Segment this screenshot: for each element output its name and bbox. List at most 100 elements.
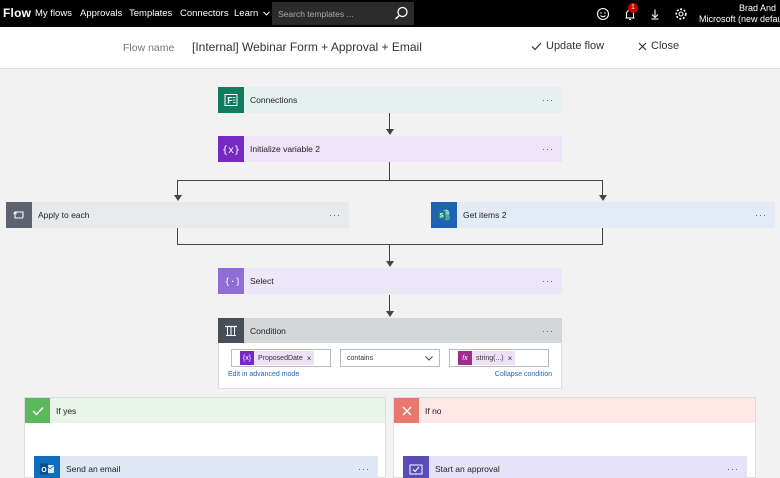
step-select[interactable]: {·} Select ··· [218,268,562,294]
connector-line [389,162,390,180]
step-start-approval[interactable]: Start an approval ··· [403,456,747,478]
more-options-icon[interactable]: ··· [329,210,341,220]
variable-icon: {x} [218,136,244,162]
chevron-down-icon [263,11,270,16]
step-title: Condition [250,326,286,336]
brand-logo[interactable]: Flow [3,6,31,20]
connector-line [389,295,390,312]
branch-header[interactable]: If no [394,398,755,423]
more-options-icon[interactable]: ··· [542,276,554,286]
flow-name-field[interactable]: [Internal] Webinar Form + Approval + Ema… [192,40,422,54]
connector-line [177,180,603,181]
svg-text:{·}: {·} [225,278,240,288]
branch-header[interactable]: If yes [25,398,385,423]
search-button[interactable] [388,2,414,25]
more-options-icon[interactable]: ··· [358,464,370,474]
nav-connectors[interactable]: Connectors [180,8,229,19]
connector-line [389,113,390,130]
token-label: string(...) [476,354,504,362]
step-send-email[interactable]: O Send an email ··· [34,456,378,478]
close-button[interactable]: Close [638,40,679,52]
forms-icon: F [218,87,244,113]
connector-arrow [385,261,394,267]
svg-text:{x}: {x} [222,145,240,156]
condition-right-operand[interactable]: fx string(...) × [449,349,549,367]
svg-text:S: S [439,213,444,220]
cross-icon [394,398,419,423]
chevron-down-icon [425,355,433,361]
search-input[interactable] [272,2,388,25]
step-get-items[interactable]: S Get items 2 ··· [431,202,775,228]
branch-if-no: If no Start an approval ··· [393,397,756,478]
sharepoint-icon: S [431,202,457,228]
function-icon: fx [458,351,472,365]
gear-icon[interactable] [671,4,691,24]
nav-my-flows[interactable]: My flows [35,8,72,19]
connector-line [389,244,390,262]
more-options-icon[interactable]: ··· [755,210,767,220]
step-connections[interactable]: F Connections ··· [218,87,562,113]
download-icon[interactable] [645,4,665,24]
branch-label: If no [425,405,442,416]
edit-advanced-mode-link[interactable]: Edit in advanced mode [228,371,299,378]
search-box [272,2,388,25]
smiley-feedback-icon[interactable] [593,4,613,24]
collapse-condition-link[interactable]: Collapse condition [495,371,552,378]
more-options-icon[interactable]: ··· [542,95,554,105]
more-options-icon[interactable]: ··· [542,144,554,154]
user-tenant[interactable]: Microsoft (new defau [699,14,780,24]
branch-label: If yes [56,405,77,416]
update-flow-label: Update flow [546,40,605,52]
more-options-icon[interactable]: ··· [727,464,739,474]
connector-line [177,180,178,196]
condition-left-operand[interactable]: {x} ProposedDate × [231,349,331,367]
condition-icon [218,318,244,344]
close-icon [638,42,647,50]
connector-line [177,228,178,244]
operator-value: contains [347,354,374,362]
loop-icon [6,202,32,228]
step-title: Get items 2 [463,210,507,220]
connector-line [602,180,603,196]
step-initialize-variable[interactable]: {x} Initialize variable 2 ··· [218,136,562,162]
outlook-icon: O [34,456,60,478]
step-condition[interactable]: Condition ··· [218,318,562,344]
checkmark-icon [531,42,542,50]
update-flow-button[interactable]: Update flow [531,40,604,52]
approval-icon [403,456,429,478]
nav-learn[interactable]: Learn [234,8,270,19]
step-apply-to-each[interactable]: Apply to each ··· [6,202,349,228]
condition-editor: {x} ProposedDate × contains fx string(..… [218,343,562,389]
connector-arrow [173,195,182,201]
step-title: Select [250,276,274,286]
token-label: ProposedDate [258,354,303,362]
condition-operator-select[interactable]: contains [340,349,440,367]
dynamic-token[interactable]: fx string(...) × [458,351,516,365]
connector-arrow [385,311,394,317]
search-icon [394,6,408,20]
connector-arrow [598,195,607,201]
remove-token-icon[interactable]: × [307,354,315,363]
dynamic-token[interactable]: {x} ProposedDate × [240,351,315,365]
top-nav-bar: Flow My flows Approvals Templates Connec… [0,0,780,27]
step-title: Connections [250,95,298,105]
more-options-icon[interactable]: ··· [542,326,554,336]
step-title: Initialize variable 2 [250,144,320,154]
variable-icon: {x} [240,351,254,365]
close-label: Close [651,40,680,52]
select-icon: {·} [218,268,244,294]
nav-templates[interactable]: Templates [129,8,172,19]
check-icon [25,398,50,423]
connector-line [177,244,603,245]
connector-line [602,228,603,244]
svg-text:O: O [41,467,47,474]
nav-learn-label: Learn [234,8,259,19]
svg-text:F: F [227,96,233,106]
nav-approvals[interactable]: Approvals [80,8,122,19]
flow-name-bar: Flow name [Internal] Webinar Form + Appr… [0,27,780,69]
step-title: Send an email [66,464,121,474]
flow-name-label: Flow name [123,42,175,54]
notification-badge: 1 [628,3,638,13]
user-name[interactable]: Brad And [739,3,776,13]
remove-token-icon[interactable]: × [508,354,516,363]
